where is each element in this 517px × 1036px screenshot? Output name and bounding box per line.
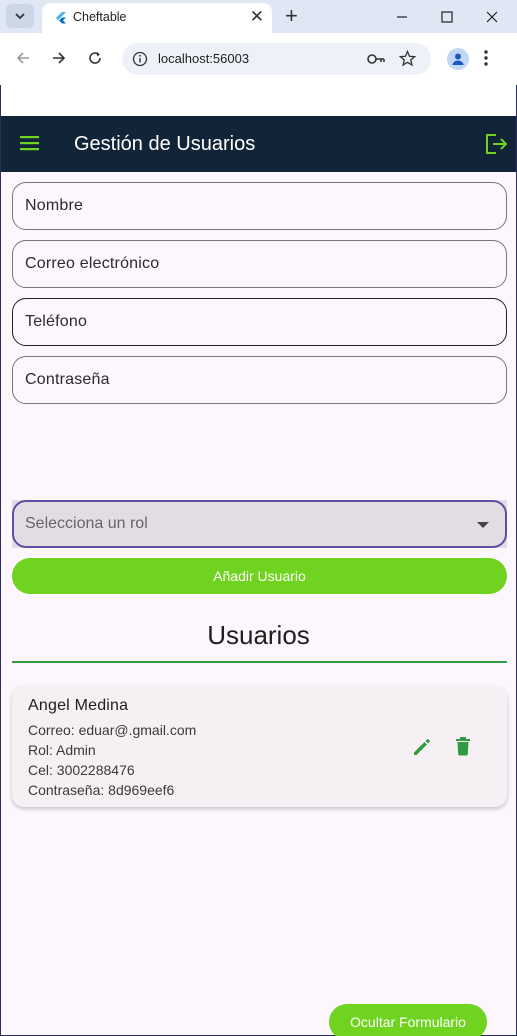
forward-button[interactable] — [48, 47, 70, 69]
email-field[interactable]: Correo electrónico — [12, 240, 507, 288]
arrow-left-icon — [16, 52, 29, 64]
add-user-button[interactable]: Añadir Usuario — [12, 558, 507, 594]
close-icon — [486, 11, 498, 22]
content-area: Nombre Correo electrónico Teléfono Contr… — [1, 172, 516, 1036]
maximize-icon — [441, 10, 453, 23]
app-viewport: Gestión de Usuarios Nombre Correo electr… — [0, 85, 517, 1036]
password-field-placeholder: Contraseña — [25, 371, 110, 388]
tab-close-button[interactable]: ✕ — [250, 8, 264, 26]
edit-icon[interactable] — [412, 737, 432, 757]
more-vert-icon[interactable] — [484, 49, 488, 67]
user-phone: Cel: 3002288476 — [28, 762, 135, 778]
delete-icon[interactable] — [454, 736, 472, 756]
profile-avatar[interactable] — [447, 48, 469, 70]
tab-search-button[interactable] — [6, 4, 34, 28]
app-bar: Gestión de Usuarios — [1, 116, 516, 172]
role-select-placeholder: Selecciona un rol — [25, 515, 148, 532]
password-field[interactable]: Contraseña — [12, 356, 507, 404]
star-icon[interactable] — [399, 50, 416, 67]
user-card: Angel Medina Correo: eduar@.gmail.com Ro… — [12, 686, 507, 807]
role-select-background: Selecciona un rol — [12, 500, 507, 548]
browser-tab[interactable]: Cheftable ✕ — [42, 3, 272, 33]
tab-title: Cheftable — [73, 10, 127, 24]
reload-icon — [89, 52, 101, 64]
phone-field-placeholder: Teléfono — [25, 313, 88, 330]
user-role: Rol: Admin — [28, 742, 96, 758]
address-bar[interactable]: localhost:56003 — [122, 43, 431, 75]
user-password: Contraseña: 8d969eef6 — [28, 782, 175, 798]
section-divider — [12, 661, 507, 663]
back-button[interactable] — [12, 47, 34, 69]
role-select[interactable]: Selecciona un rol — [12, 500, 507, 548]
user-email: Correo: eduar@.gmail.com — [28, 722, 197, 738]
site-info-icon[interactable] — [132, 51, 148, 67]
minimize-icon — [397, 15, 407, 18]
key-icon[interactable] — [366, 51, 386, 67]
logout-icon[interactable] — [485, 133, 509, 155]
arrow-right-icon — [53, 52, 66, 64]
flutter-icon — [56, 12, 66, 24]
phone-field[interactable]: Teléfono — [12, 298, 507, 346]
person-icon — [452, 53, 464, 65]
minimize-button[interactable] — [379, 0, 425, 33]
chevron-down-icon — [15, 13, 25, 20]
new-tab-button[interactable]: + — [285, 3, 298, 29]
reload-button[interactable] — [84, 47, 106, 69]
users-section-title: Usuarios — [207, 620, 310, 650]
browser-tabstrip: Cheftable ✕ + — [0, 0, 517, 33]
name-field-placeholder: Nombre — [25, 197, 84, 214]
url-text: localhost:56003 — [158, 51, 250, 66]
maximize-button[interactable] — [424, 0, 470, 33]
dropdown-arrow-icon — [477, 522, 489, 528]
hide-form-button[interactable]: Ocultar Formulario — [329, 1004, 487, 1036]
close-window-button[interactable] — [469, 0, 515, 33]
user-name: Angel Medina — [28, 697, 129, 714]
browser-toolbar: localhost:56003 — [0, 33, 517, 85]
name-field[interactable]: Nombre — [12, 182, 507, 230]
menu-icon[interactable] — [20, 135, 40, 151]
email-field-placeholder: Correo electrónico — [25, 255, 160, 272]
page-title: Gestión de Usuarios — [74, 133, 256, 155]
